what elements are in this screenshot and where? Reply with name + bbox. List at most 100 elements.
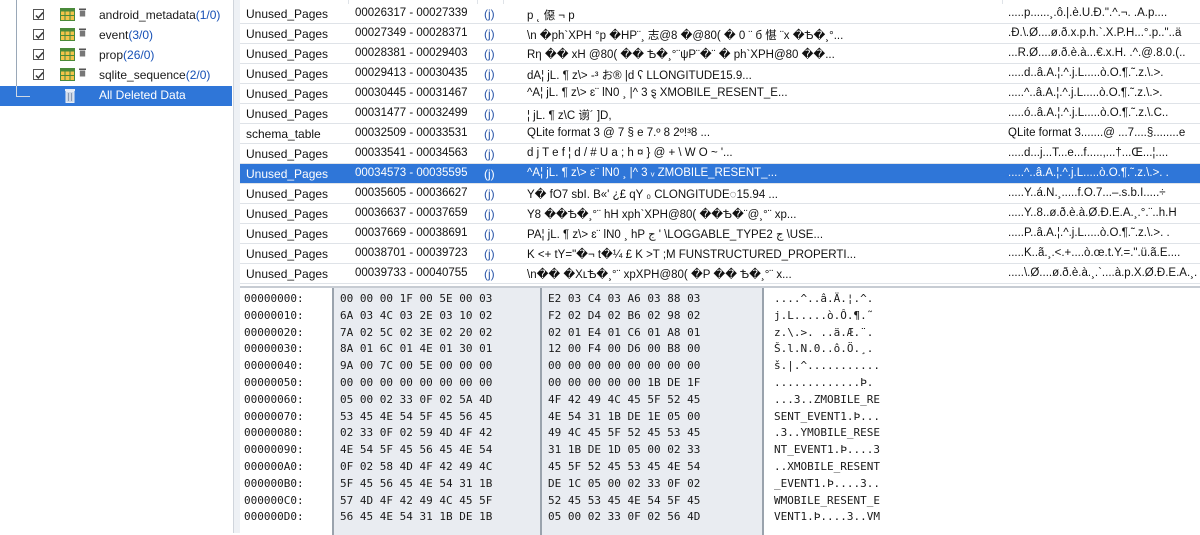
- hex-ascii-text: ..XMOBILE_RESENT: [774, 460, 880, 473]
- table-row[interactable]: schema_table 00032509 - 00033531 (j) QLite …: [240, 124, 1200, 144]
- table-row[interactable]: Unused_Pages 00038701 - 00039723 (j) K <+ t…: [240, 244, 1200, 264]
- cell-type: Unused_Pages: [246, 267, 329, 281]
- table-row[interactable]: Unused_Pages 00027349 - 00028371 (j) \n �ph…: [240, 24, 1200, 44]
- table-row[interactable]: Unused_Pages 00037669 - 00038691 (j) PA¦ jL…: [240, 224, 1200, 244]
- tree-item-prop[interactable]: prop(26/0): [0, 46, 232, 66]
- cell-flag: (j): [484, 27, 495, 41]
- cell-offset-range: 00036637 - 00037659: [355, 207, 468, 219]
- hex-address: 00000010:: [244, 308, 304, 322]
- hex-address: 00000090:: [244, 443, 304, 457]
- hex-address-column: 00000000: 00000010: 00000020: 00000030: 0000…: [240, 288, 330, 535]
- cell-ascii: .....\.Ø....ø.ð.è.à.¸.`....à.p.X.Ø.Ð.È.À…: [1008, 267, 1198, 279]
- hex-bytes: 4E 54 31 1B DE 1E 05 00: [548, 409, 701, 423]
- hex-ascii-text: WMOBILE_RESENT_E: [774, 493, 880, 507]
- hex-view: 00000000: 00000010: 00000020: 00000030: 0000…: [240, 286, 1200, 535]
- cell-ascii: .....Y..8..ø.ð.è.à.Ø.Ð.È.À.¸.°.¨..h.H: [1008, 207, 1177, 219]
- hex-bytes: F2 02 D4 02 B6 02 98 02: [548, 308, 701, 322]
- cell-type: Unused_Pages: [246, 47, 329, 61]
- cell-flag: (j): [484, 247, 495, 261]
- hex-bytes: 5F 45 56 45 4E 54 31 1B: [340, 476, 493, 490]
- cell-type: schema_table: [246, 127, 321, 141]
- hex-ascii-text: SENT_EVENT1.Þ...: [774, 409, 880, 423]
- cell-content: d j T e f ¦ d / # U a ; h ¤ } @ + \ W O …: [527, 147, 733, 159]
- hex-bytes-column-1: 00 00 00 1F 00 5E 00 03 6A 03 4C 03 2E 03…: [334, 288, 540, 535]
- hex-address: 00000080:: [244, 426, 304, 440]
- cell-type: Unused_Pages: [246, 167, 329, 181]
- hex-address: 00000030:: [244, 342, 304, 356]
- checkbox-checked[interactable]: [33, 69, 44, 80]
- cell-ascii: .....P..â.Ä.¦.^.j.L.....ò.Ô.¶.˜.z.\.>. .: [1008, 227, 1170, 239]
- cell-offset-range: 00029413 - 00030435: [355, 67, 468, 79]
- hex-bytes: 57 4D 4F 42 49 4C 45 5F: [340, 493, 493, 507]
- hex-ascii-text: š.|.^...........: [774, 359, 880, 373]
- table-row[interactable]: Unused_Pages 00031477 - 00032499 (j) ¦ jL. …: [240, 104, 1200, 124]
- cell-offset-range: 00039733 - 00040755: [355, 267, 468, 279]
- hex-ascii-text: j.L.....ò.Ô.¶.˜: [774, 308, 874, 322]
- hex-bytes: 45 5F 52 45 53 45 4E 54: [548, 460, 701, 473]
- cell-ascii: .....ó..â.Ä.¦.^.j.L.....ò.Ô.¶.˜.z.\.C..: [1008, 107, 1169, 119]
- cell-content: ¦ jL. ¶ z\C 谫´ ]D,: [527, 110, 612, 122]
- hex-ascii-text: _EVENT1.Þ....3..: [774, 476, 880, 490]
- cell-offset-range: 00031477 - 00032499: [355, 107, 468, 119]
- cell-offset-range: 00035605 - 00036627: [355, 187, 468, 199]
- table-row[interactable]: Unused_Pages 00033541 - 00034563 (j) d j T …: [240, 144, 1200, 164]
- hex-address: 000000A0:: [244, 460, 304, 473]
- cell-ascii: .....^..â.Ä.¦.^.j.L.....ò.Ô.¶.˜.z.\.>.: [1008, 87, 1163, 99]
- cell-content: \n �ph`XPH °p �HP¨¸ 志@8 �@80( � 0 ¨ б 愖 …: [527, 30, 844, 42]
- cell-ascii: ...R.Ø....ø.ð.è.à...€.x.H. .^.@.8.0.(..: [1008, 47, 1186, 59]
- hex-address: 000000C0:: [244, 493, 304, 507]
- hex-bytes: E2 03 C4 03 A6 03 88 03: [548, 292, 701, 305]
- tree-item-android-metadata[interactable]: android_metadata(1/0): [0, 6, 232, 26]
- cell-type: Unused_Pages: [246, 247, 329, 261]
- table-icon: [60, 48, 75, 61]
- cell-flag: (j): [484, 7, 495, 21]
- hex-bytes: 00 00 00 1F 00 5E 00 03: [340, 292, 493, 305]
- hex-ascii-text: ....^..â.Ä.¦.^.: [774, 292, 874, 305]
- cell-type: Unused_Pages: [246, 7, 329, 21]
- tree-item-label: prop(26/0): [99, 48, 155, 62]
- hex-bytes-column-2: E2 03 C4 03 A6 03 88 03 F2 02 D4 02 B6 02…: [542, 288, 762, 535]
- hex-bytes: 00 00 00 00 00 00 00 00: [548, 359, 701, 373]
- hex-bytes: 00 00 00 00 00 00 00 00: [340, 376, 493, 389]
- tree-item-label: All Deleted Data: [99, 88, 186, 102]
- trash-icon: [78, 46, 87, 57]
- cell-flag: (j): [484, 67, 495, 81]
- cell-offset-range: 00026317 - 00027339: [355, 7, 468, 19]
- tree-item-all-deleted-data[interactable]: All Deleted Data: [0, 86, 232, 106]
- cell-offset-range: 00038701 - 00039723: [355, 247, 468, 259]
- hex-ascii-text: ...3..ZMOBILE_RE: [774, 392, 880, 406]
- hex-bytes: 05 00 02 33 0F 02 56 4D: [548, 510, 701, 524]
- hex-bytes: 02 01 E4 01 C6 01 A8 01: [548, 325, 701, 339]
- hex-bytes: 4E 54 5F 45 56 45 4E 54: [340, 443, 493, 457]
- table-row[interactable]: Unused_Pages 00026317 - 00027339 (j) p ˛ 僫 …: [240, 4, 1200, 24]
- table-row[interactable]: Unused_Pages 00030445 - 00031467 (j) ^A¦ jL…: [240, 84, 1200, 104]
- tree-connector: [16, 86, 17, 96]
- table-row[interactable]: Unused_Pages 00028381 - 00029403 (j) Rη �� …: [240, 44, 1200, 64]
- table-row[interactable]: Unused_Pages 00035605 - 00036627 (j) Y� fO7…: [240, 184, 1200, 204]
- checkbox-checked[interactable]: [33, 49, 44, 60]
- hex-bytes: 49 4C 45 5F 52 45 53 45: [548, 426, 701, 440]
- tree-item-sqlite-sequence[interactable]: sqlite_sequence(2/0): [0, 66, 232, 86]
- cell-content: Rη �� xH @80( �� Ѣ�¸°¨ψP¨�¨ � ph`XPH@80 …: [527, 49, 835, 61]
- table-row[interactable]: Unused_Pages 00039733 - 00040755 (j) \n�� �…: [240, 264, 1200, 284]
- checkbox-checked[interactable]: [33, 9, 44, 20]
- cell-type: Unused_Pages: [246, 87, 329, 101]
- cell-content: QLite format 3 @ 7 § e 7.º 8 2º!³8 ...: [527, 127, 711, 139]
- tree-item-label: event(3/0): [99, 28, 154, 42]
- table-row[interactable]: Unused_Pages 00029413 - 00030435 (j) dA¦ jL…: [240, 64, 1200, 84]
- table-row[interactable]: Unused_Pages 00034573 - 00035595 (j) ^A¦ jL…: [240, 164, 1200, 184]
- checkbox-checked[interactable]: [33, 29, 44, 40]
- tree-item-event[interactable]: event(3/0): [0, 26, 232, 46]
- cell-content: p ˛ 僫 ¬ p: [527, 10, 575, 22]
- hex-bytes: 8A 01 6C 01 4E 01 30 01: [340, 342, 493, 356]
- cell-ascii: .....d...j...T...e...f.....,...†...Œ...¦…: [1008, 147, 1169, 159]
- table-row[interactable]: Unused_Pages 00036637 - 00037659 (j) Y8 ��Ѣ…: [240, 204, 1200, 224]
- hex-bytes: 05 00 02 33 0F 02 5A 4D: [340, 392, 493, 406]
- cell-content: dA¦ jL. ¶ z\> -³ お® |d ʕ LLONGITUDE15.9.…: [527, 70, 752, 82]
- cell-offset-range: 00030445 - 00031467: [355, 87, 468, 99]
- hex-ascii-column: ....^..â.Ä.¦.^. j.L.....ò.Ô.¶.˜ z.\.>. ..ä…: [768, 288, 1200, 535]
- splitter[interactable]: [233, 0, 240, 533]
- hex-ascii-text: VENT1.Þ....3..VM: [774, 510, 880, 524]
- hex-bytes: 6A 03 4C 03 2E 03 10 02: [340, 308, 493, 322]
- hex-address: 000000B0:: [244, 476, 304, 490]
